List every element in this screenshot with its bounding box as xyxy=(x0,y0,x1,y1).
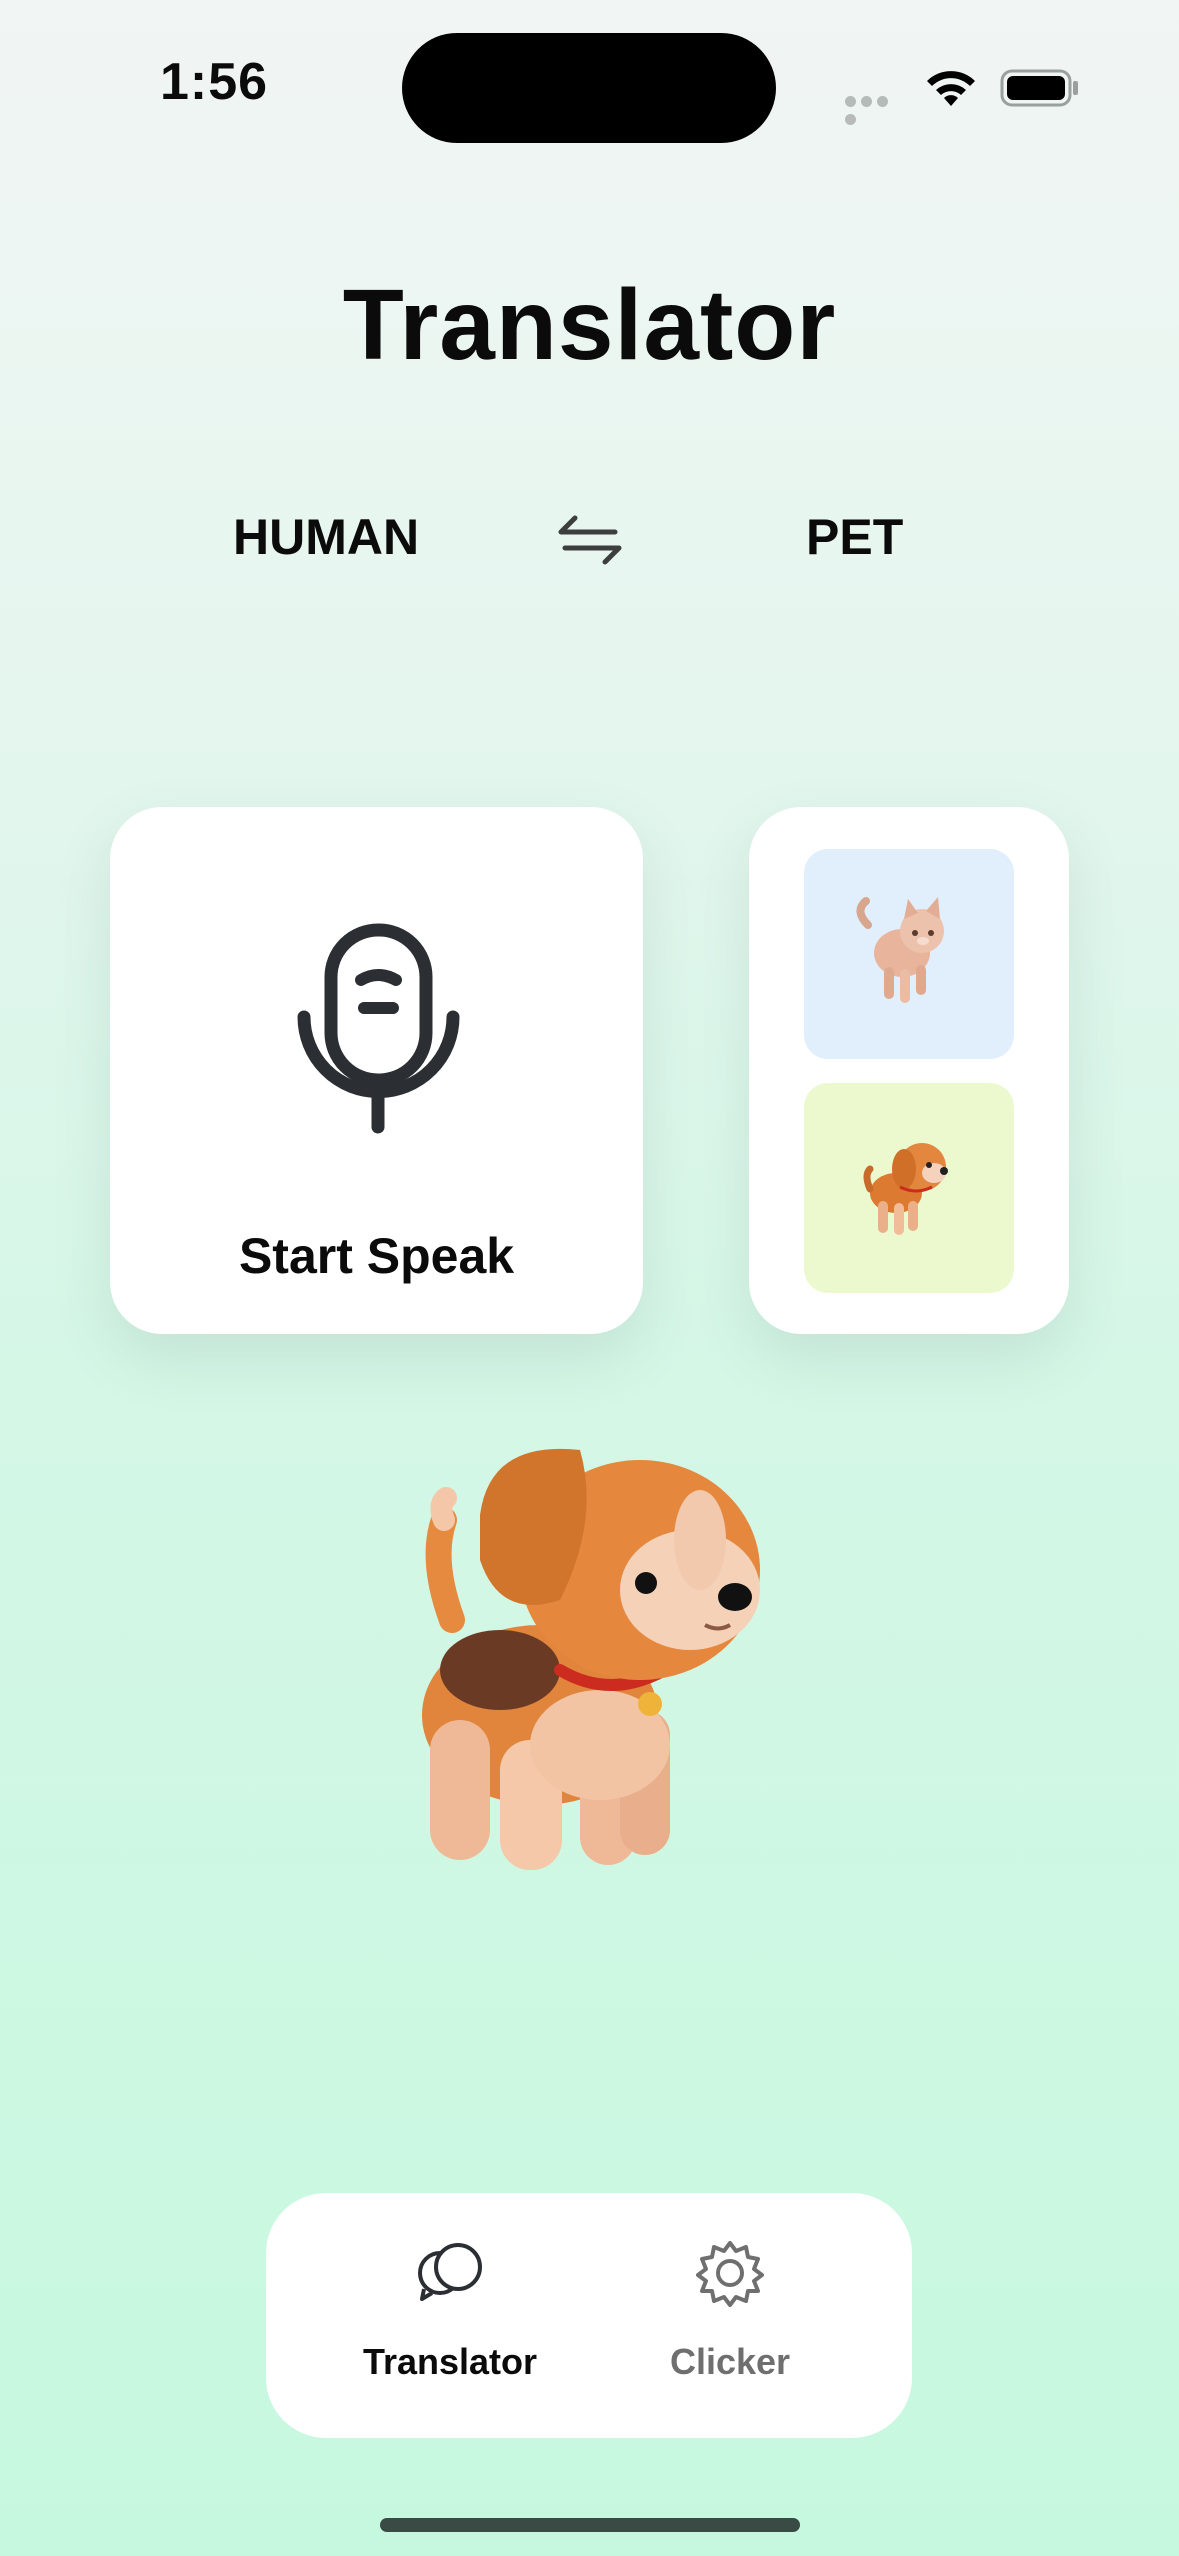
gear-icon xyxy=(696,2241,764,2307)
status-time: 1:56 xyxy=(160,53,269,111)
tab-translator[interactable]: Translator xyxy=(335,2193,565,2438)
source-language[interactable]: HUMAN xyxy=(233,508,419,566)
tab-clicker-label: Clicker xyxy=(669,2341,791,2382)
pet-selector xyxy=(749,807,1069,1334)
dog-icon xyxy=(863,1143,948,1235)
wifi-icon xyxy=(927,71,975,106)
tab-clicker[interactable]: Clicker xyxy=(615,2193,845,2438)
pet-option-dog[interactable] xyxy=(804,1083,1014,1293)
target-language[interactable]: PET xyxy=(806,508,903,566)
cat-icon xyxy=(856,897,944,1003)
battery-icon xyxy=(1000,69,1078,107)
chat-bubbles-icon xyxy=(418,2243,482,2301)
cellular-signal-icon xyxy=(845,94,907,125)
start-speak-button[interactable]: Start Speak xyxy=(110,807,643,1334)
page-title: Translator xyxy=(342,269,837,381)
home-indicator[interactable] xyxy=(380,2518,800,2532)
pet-option-cat[interactable] xyxy=(804,849,1014,1059)
swap-languages-icon[interactable] xyxy=(555,510,625,570)
microphone-icon xyxy=(297,923,460,1134)
start-speak-label: Start Speak xyxy=(238,1228,515,1284)
dynamic-island xyxy=(402,33,776,143)
tab-translator-label: Translator xyxy=(362,2341,538,2382)
